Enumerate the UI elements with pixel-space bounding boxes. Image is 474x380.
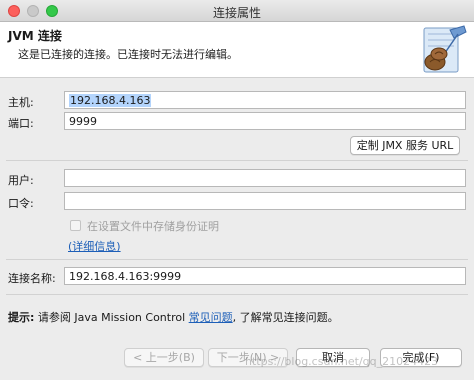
store-credentials-checkbox[interactable]: [70, 220, 81, 231]
watermark: https://blog.csdn.net/qq_21024423: [245, 355, 439, 368]
password-field[interactable]: [64, 192, 466, 210]
host-label: 主机:: [8, 96, 34, 109]
user-label: 用户:: [8, 174, 34, 187]
faq-link[interactable]: 常见问题: [189, 311, 233, 324]
window-title: 连接属性: [212, 6, 261, 20]
hint-text: 提示: 请参阅 Java Mission Control 常见问题, 了解常见连…: [8, 309, 339, 325]
page-description: 这是已连接的连接。已连接时无法进行编辑。: [18, 48, 238, 61]
port-field[interactable]: 9999: [64, 112, 466, 130]
separator: [6, 294, 468, 295]
page-title: JVM 连接: [8, 29, 62, 43]
store-credentials-label: 在设置文件中存储身份证明: [87, 220, 219, 233]
jvm-connection-icon: [423, 25, 467, 73]
host-value: 192.168.4.163: [69, 94, 152, 107]
separator: [6, 160, 468, 161]
hint-text-after: , 了解常见连接问题。: [232, 311, 339, 324]
hint-text-before: 请参阅 Java Mission Control: [34, 311, 189, 324]
host-field[interactable]: 192.168.4.163: [64, 91, 466, 109]
wizard-header: JVM 连接 这是已连接的连接。已连接时无法进行编辑。: [0, 22, 474, 78]
password-label: 口令:: [8, 197, 34, 210]
details-link[interactable]: (详细信息): [68, 238, 121, 254]
separator: [6, 259, 468, 260]
window-titlebar: 连接属性: [0, 0, 474, 22]
connection-name-label: 连接名称:: [8, 272, 56, 285]
port-label: 端口:: [8, 117, 34, 130]
connection-name-field[interactable]: 192.168.4.163:9999: [64, 267, 466, 285]
custom-jmx-url-button[interactable]: 定制 JMX 服务 URL: [350, 136, 460, 155]
back-button[interactable]: < 上一步(B): [124, 348, 204, 367]
hint-prefix: 提示:: [8, 311, 35, 324]
user-field[interactable]: [64, 169, 466, 187]
